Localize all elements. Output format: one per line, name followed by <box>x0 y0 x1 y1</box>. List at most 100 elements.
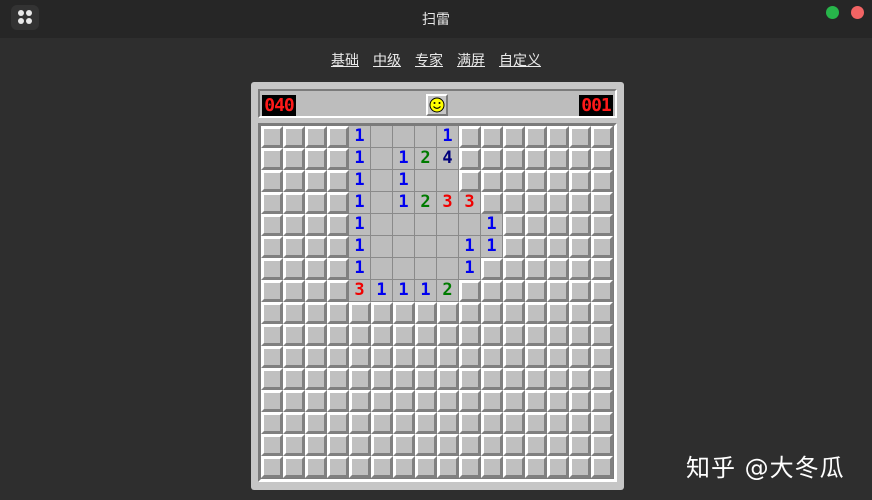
hidden-cell[interactable] <box>591 148 613 170</box>
hidden-cell[interactable] <box>327 412 349 434</box>
number-cell[interactable]: 1 <box>393 170 415 192</box>
hidden-cell[interactable] <box>305 214 327 236</box>
hidden-cell[interactable] <box>261 126 283 148</box>
hidden-cell[interactable] <box>459 324 481 346</box>
hidden-cell[interactable] <box>393 368 415 390</box>
hidden-cell[interactable] <box>503 214 525 236</box>
hidden-cell[interactable] <box>327 170 349 192</box>
hidden-cell[interactable] <box>437 368 459 390</box>
hidden-cell[interactable] <box>481 368 503 390</box>
hidden-cell[interactable] <box>569 434 591 456</box>
hidden-cell[interactable] <box>393 346 415 368</box>
number-cell[interactable]: 1 <box>481 236 503 258</box>
hidden-cell[interactable] <box>591 280 613 302</box>
empty-cell[interactable] <box>415 214 437 236</box>
number-cell[interactable]: 2 <box>415 192 437 214</box>
hidden-cell[interactable] <box>525 324 547 346</box>
empty-cell[interactable] <box>415 236 437 258</box>
hidden-cell[interactable] <box>481 412 503 434</box>
hidden-cell[interactable] <box>327 236 349 258</box>
hidden-cell[interactable] <box>283 280 305 302</box>
hidden-cell[interactable] <box>569 170 591 192</box>
hidden-cell[interactable] <box>371 434 393 456</box>
number-cell[interactable]: 3 <box>349 280 371 302</box>
hidden-cell[interactable] <box>547 214 569 236</box>
hidden-cell[interactable] <box>459 434 481 456</box>
hidden-cell[interactable] <box>327 368 349 390</box>
hidden-cell[interactable] <box>305 126 327 148</box>
hidden-cell[interactable] <box>525 148 547 170</box>
hidden-cell[interactable] <box>459 346 481 368</box>
hidden-cell[interactable] <box>327 126 349 148</box>
hidden-cell[interactable] <box>393 434 415 456</box>
number-cell[interactable]: 2 <box>415 148 437 170</box>
hidden-cell[interactable] <box>503 258 525 280</box>
hidden-cell[interactable] <box>415 412 437 434</box>
hidden-cell[interactable] <box>261 456 283 478</box>
hidden-cell[interactable] <box>481 280 503 302</box>
hidden-cell[interactable] <box>327 324 349 346</box>
empty-cell[interactable] <box>371 214 393 236</box>
hidden-cell[interactable] <box>415 390 437 412</box>
number-cell[interactable]: 1 <box>349 148 371 170</box>
hidden-cell[interactable] <box>261 192 283 214</box>
hidden-cell[interactable] <box>415 434 437 456</box>
hidden-cell[interactable] <box>569 324 591 346</box>
empty-cell[interactable] <box>437 236 459 258</box>
hidden-cell[interactable] <box>327 390 349 412</box>
hidden-cell[interactable] <box>503 412 525 434</box>
hidden-cell[interactable] <box>283 434 305 456</box>
hidden-cell[interactable] <box>371 412 393 434</box>
hidden-cell[interactable] <box>261 214 283 236</box>
hidden-cell[interactable] <box>569 390 591 412</box>
empty-cell[interactable] <box>371 126 393 148</box>
hidden-cell[interactable] <box>569 302 591 324</box>
number-cell[interactable]: 1 <box>459 258 481 280</box>
hidden-cell[interactable] <box>349 368 371 390</box>
hidden-cell[interactable] <box>261 412 283 434</box>
hidden-cell[interactable] <box>393 302 415 324</box>
hidden-cell[interactable] <box>569 192 591 214</box>
hidden-cell[interactable] <box>481 192 503 214</box>
hidden-cell[interactable] <box>547 236 569 258</box>
hidden-cell[interactable] <box>305 258 327 280</box>
empty-cell[interactable] <box>437 170 459 192</box>
hidden-cell[interactable] <box>547 170 569 192</box>
hidden-cell[interactable] <box>305 148 327 170</box>
hidden-cell[interactable] <box>437 412 459 434</box>
hidden-cell[interactable] <box>525 412 547 434</box>
empty-cell[interactable] <box>415 126 437 148</box>
hidden-cell[interactable] <box>481 434 503 456</box>
hidden-cell[interactable] <box>591 368 613 390</box>
hidden-cell[interactable] <box>547 412 569 434</box>
hidden-cell[interactable] <box>327 280 349 302</box>
hidden-cell[interactable] <box>327 192 349 214</box>
hidden-cell[interactable] <box>283 302 305 324</box>
hidden-cell[interactable] <box>393 412 415 434</box>
hidden-cell[interactable] <box>503 434 525 456</box>
hidden-cell[interactable] <box>547 302 569 324</box>
hidden-cell[interactable] <box>415 456 437 478</box>
hidden-cell[interactable] <box>415 346 437 368</box>
hidden-cell[interactable] <box>525 214 547 236</box>
hidden-cell[interactable] <box>569 214 591 236</box>
hidden-cell[interactable] <box>415 302 437 324</box>
hidden-cell[interactable] <box>283 346 305 368</box>
hidden-cell[interactable] <box>261 390 283 412</box>
hidden-cell[interactable] <box>525 456 547 478</box>
hidden-cell[interactable] <box>437 456 459 478</box>
number-cell[interactable]: 1 <box>371 280 393 302</box>
number-cell[interactable]: 2 <box>437 280 459 302</box>
hidden-cell[interactable] <box>261 258 283 280</box>
hidden-cell[interactable] <box>591 412 613 434</box>
hidden-cell[interactable] <box>283 236 305 258</box>
hidden-cell[interactable] <box>349 412 371 434</box>
hidden-cell[interactable] <box>459 302 481 324</box>
hidden-cell[interactable] <box>437 346 459 368</box>
hidden-cell[interactable] <box>525 302 547 324</box>
number-cell[interactable]: 3 <box>459 192 481 214</box>
hidden-cell[interactable] <box>569 126 591 148</box>
hidden-cell[interactable] <box>371 368 393 390</box>
hidden-cell[interactable] <box>327 456 349 478</box>
hidden-cell[interactable] <box>459 390 481 412</box>
